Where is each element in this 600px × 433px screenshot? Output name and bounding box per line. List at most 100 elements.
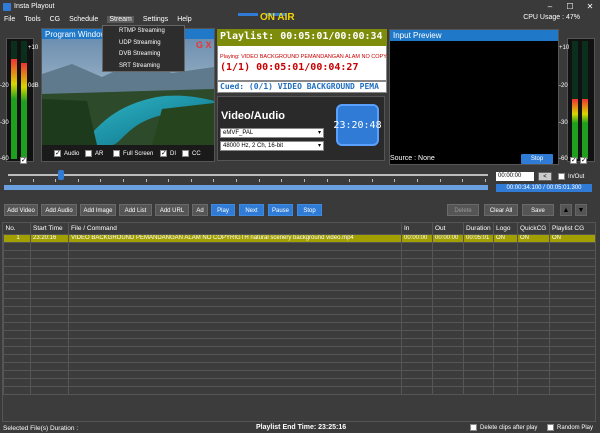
col-header-in[interactable]: In	[401, 223, 433, 234]
empty-row	[3, 353, 595, 363]
empty-row	[3, 249, 595, 259]
dropdown-srt-streaming[interactable]: SRT Streaming	[103, 61, 184, 73]
cell-playlist-cg: ON	[549, 233, 595, 243]
program-check-di[interactable]: DI	[160, 149, 176, 157]
next-button[interactable]: Next	[239, 204, 264, 216]
clock-display: 23:20:48	[333, 104, 382, 146]
col-header-logo[interactable]: Logo	[493, 223, 518, 234]
menu-help[interactable]: Help	[177, 16, 191, 23]
menu-file[interactable]: File	[4, 16, 15, 23]
add-audio-button[interactable]: Add Audio	[41, 204, 77, 216]
program-check-ar[interactable]: AR	[85, 150, 103, 157]
playlist-time: Playlist: 00:05:01/00:00:34	[220, 31, 383, 42]
cell-file: VIDEO BACKGROUND PEMANDANGAN ALAM NO COP…	[68, 233, 402, 243]
add-url-button[interactable]: Add URL	[155, 204, 189, 216]
vu-level-right-1	[572, 99, 578, 159]
audio-format-select[interactable]: 48000 Hz, 2 Ch, 16-bit	[220, 141, 324, 151]
dropdown-rtmp-streaming[interactable]: RTMP Streaming	[103, 26, 184, 38]
cc-checkbox[interactable]	[182, 150, 189, 157]
audio-checkbox[interactable]	[54, 149, 61, 157]
play-button[interactable]: Play	[211, 204, 235, 216]
clear-all-button[interactable]: Clear All	[484, 204, 518, 216]
empty-row	[3, 241, 595, 251]
move-up-button[interactable]: ▲	[560, 204, 572, 216]
dropdown-udp-streaming[interactable]: UDP Streaming	[103, 38, 184, 50]
header-accent	[238, 13, 258, 16]
menu-settings[interactable]: Settings	[143, 16, 168, 23]
grid-header-row: No. Start Time File / Command In Out Dur…	[3, 223, 595, 234]
delete-after-play-checkbox[interactable]	[470, 424, 477, 431]
empty-row	[3, 329, 595, 339]
delete-button[interactable]: Delete	[447, 204, 479, 216]
in-out-check[interactable]: In/Out	[558, 173, 584, 180]
cell-start-time: 23:20:16	[30, 233, 69, 243]
random-play-check[interactable]: Random Play	[547, 424, 593, 431]
left-vu-meter	[6, 38, 34, 162]
move-down-button[interactable]: ▼	[575, 204, 587, 216]
vu-left-checkbox[interactable]	[20, 156, 27, 164]
add-video-button[interactable]: Add Video	[4, 204, 38, 216]
menu-bar: File Tools CG Schedule Stream Settings H…	[0, 13, 600, 25]
input-stop-button[interactable]: Stop	[521, 154, 553, 164]
playlist-grid: No. Start Time File / Command In Out Dur…	[2, 222, 596, 422]
on-air-indicator: ON AIR	[260, 12, 295, 23]
cell-out: 00:00:00	[432, 233, 464, 243]
program-check-audio[interactable]: Audio	[54, 149, 79, 157]
table-row[interactable]: 1 23:20:16 VIDEO BACKGROUND PEMANDANGAN …	[3, 233, 595, 243]
empty-row	[3, 265, 595, 275]
col-header-duration[interactable]: Duration	[463, 223, 494, 234]
col-header-quickcg[interactable]: QuickCG	[517, 223, 550, 234]
menu-cg[interactable]: CG	[50, 16, 61, 23]
empty-row	[3, 289, 595, 299]
col-header-start-time[interactable]: Start Time	[30, 223, 69, 234]
vu-scale-label: +10	[28, 45, 39, 51]
di-checkbox[interactable]	[160, 149, 167, 157]
empty-row	[3, 297, 595, 307]
cell-logo: ON	[493, 233, 518, 243]
in-out-checkbox[interactable]	[558, 173, 565, 180]
pause-button[interactable]: Pause	[268, 204, 293, 216]
program-check-full-screen[interactable]: Full Screen	[113, 150, 153, 157]
video-format-select[interactable]: eMVF_PAL	[220, 128, 324, 138]
dropdown-dvb-streaming[interactable]: DVB Streaming	[103, 49, 184, 61]
col-header-out[interactable]: Out	[432, 223, 464, 234]
menu-tools[interactable]: Tools	[24, 16, 40, 23]
maximize-icon[interactable]: ☐	[560, 2, 580, 11]
seek-track[interactable]	[8, 174, 488, 176]
video-audio-title: Video/Audio	[221, 110, 285, 122]
add-list-button[interactable]: Add List	[119, 204, 152, 216]
cell-duration: 00:05:01	[463, 233, 494, 243]
vu-right-checkbox-2[interactable]	[580, 156, 587, 164]
add-image-button[interactable]: Add Image	[80, 204, 116, 216]
empty-row	[3, 377, 595, 387]
stream-dropdown-menu: RTMP Streaming UDP Streaming DVB Streami…	[102, 25, 185, 72]
full-screen-checkbox[interactable]	[113, 150, 120, 157]
left-vu-checks	[20, 156, 30, 164]
empty-row	[3, 385, 595, 395]
col-header-file[interactable]: File / Command	[68, 223, 402, 234]
menu-stream[interactable]: Stream	[107, 15, 134, 23]
progress-bar[interactable]	[4, 185, 488, 190]
ar-checkbox[interactable]	[85, 150, 92, 157]
program-check-cc[interactable]: CC	[182, 150, 201, 157]
save-button[interactable]: Save	[522, 204, 554, 216]
delete-after-play-check[interactable]: Delete clips after play	[470, 424, 537, 431]
vu-right-checkbox-1[interactable]	[570, 156, 577, 164]
time-input[interactable]: 00:00:00	[496, 172, 534, 181]
minimize-icon[interactable]: –	[540, 2, 560, 11]
vu-scale-label: -20	[559, 83, 568, 89]
close-icon[interactable]: ✕	[580, 2, 600, 11]
stop-button[interactable]: Stop	[297, 204, 322, 216]
col-header-no[interactable]: No.	[3, 223, 31, 234]
cued-text: Cued: (0/1) VIDEO BACKGROUND PEMA	[220, 82, 379, 91]
seek-ticks	[10, 179, 486, 183]
col-header-playlist-cg[interactable]: Playlist CG	[549, 223, 595, 234]
empty-row	[3, 345, 595, 355]
seek-prev-button[interactable]: <	[538, 172, 552, 181]
menu-schedule[interactable]: Schedule	[69, 16, 98, 23]
add-more-button[interactable]: Ad	[192, 204, 208, 216]
empty-row	[3, 273, 595, 283]
empty-row	[3, 361, 595, 371]
right-vu-checks	[570, 156, 590, 164]
random-play-checkbox[interactable]	[547, 424, 554, 431]
